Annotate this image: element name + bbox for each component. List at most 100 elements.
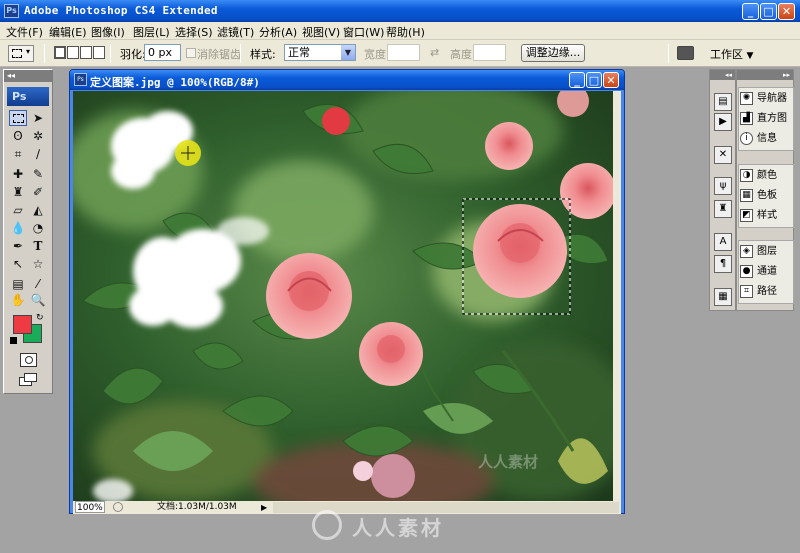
menu-help[interactable]: 帮助(H)	[386, 24, 425, 40]
notes-tool-icon[interactable]: ▤	[9, 276, 27, 292]
panel-strip-handle[interactable]: ◂◂	[710, 70, 735, 80]
clone-stamp-tool-icon[interactable]: ♜	[9, 184, 27, 200]
quick-mask-icon[interactable]	[20, 353, 37, 367]
doc-close-button[interactable]: ✕	[603, 72, 619, 88]
info-panel-tab[interactable]: i 信息	[739, 129, 793, 149]
move-tool-icon[interactable]: ➤	[29, 110, 47, 126]
default-colors-icon[interactable]	[10, 337, 17, 344]
layer-comps-icon[interactable]: ▦	[714, 288, 732, 306]
rectangular-marquee-tool-icon[interactable]	[9, 110, 27, 126]
paths-label: 路径	[757, 286, 777, 297]
paint-bucket-tool-icon[interactable]: ◭	[29, 202, 47, 218]
eyedropper-sample-icon[interactable]: ⁄	[29, 276, 47, 292]
document-titlebar[interactable]: Ps 定义图案.jpg @ 100%(RGB/8#) _ □ ✕	[70, 70, 624, 90]
feather-input[interactable]: 0 px	[144, 44, 181, 61]
menu-filter[interactable]: 滤镜(T)	[217, 24, 254, 40]
close-button[interactable]: ✕	[778, 3, 795, 20]
histogram-panel-tab[interactable]: ▟ 直方图	[739, 109, 793, 129]
foreground-color-swatch[interactable]	[13, 315, 32, 334]
maximize-button[interactable]: □	[760, 3, 777, 20]
image-canvas[interactable]: 人人素材	[73, 91, 613, 501]
zoom-tool-icon[interactable]: 🔍	[29, 292, 47, 308]
new-selection-icon[interactable]	[54, 46, 66, 59]
crop-tool-icon[interactable]: ⌗	[9, 146, 27, 162]
collapsed-panels: ▸▸ ✺ 导航器 ▟ 直方图 i 信息 ◑ 颜色 ▦ 色板 ◩ 样式 ◈ 图层 ● 通道 ⌗ 路径	[736, 69, 794, 311]
height-input[interactable]	[473, 44, 506, 61]
color-panel-tab[interactable]: ◑ 颜色	[739, 166, 793, 186]
paths-panel-tab[interactable]: ⌗ 路径	[739, 282, 793, 302]
lasso-tool-icon[interactable]: ʘ	[9, 128, 27, 144]
healing-brush-tool-icon[interactable]: ✚	[9, 166, 27, 182]
styles-label: 样式	[757, 210, 777, 221]
custom-shape-tool-icon[interactable]: ☆	[29, 256, 47, 272]
chevron-down-icon: ▼	[746, 51, 754, 61]
brush-tool-icon[interactable]: ✎	[29, 166, 47, 182]
color-icon: ◑	[740, 168, 753, 182]
minimize-button[interactable]: _	[742, 3, 759, 20]
watermark-logo-icon	[312, 510, 342, 540]
layers-panel-tab[interactable]: ◈ 图层	[739, 242, 793, 262]
zoom-level[interactable]: 100%	[75, 501, 105, 513]
doc-minimize-button[interactable]: _	[569, 72, 585, 88]
menu-select[interactable]: 选择(S)	[175, 24, 213, 40]
workspace-label: 工作区	[710, 48, 743, 61]
character-panel-icon[interactable]: A	[714, 233, 732, 251]
actions-panel-icon[interactable]: ▶	[714, 113, 732, 131]
workspace-button[interactable]: 工作区 ▼	[710, 46, 753, 62]
width-input[interactable]	[387, 44, 420, 61]
hand-tool-icon[interactable]: ✋	[9, 292, 27, 308]
style-select[interactable]: 正常 ▼	[284, 44, 356, 61]
eyedropper-tool-icon[interactable]: ∕	[29, 146, 47, 162]
document-size-info: 文档:1.03M/1.03M	[157, 502, 237, 512]
brushes-panel-icon[interactable]: ψ	[714, 177, 732, 195]
app-titlebar: Ps Adobe Photoshop CS4 Extended _ □ ✕	[0, 0, 800, 22]
doc-maximize-button[interactable]: □	[586, 72, 602, 88]
channels-label: 通道	[757, 266, 777, 277]
history-brush-tool-icon[interactable]: ✐	[29, 184, 47, 200]
history-panel-icon[interactable]: ▤	[714, 93, 732, 111]
styles-panel-tab[interactable]: ◩ 样式	[739, 206, 793, 226]
path-selection-tool-icon[interactable]: ↖	[9, 256, 27, 272]
color-label: 颜色	[757, 170, 777, 181]
status-menu-icon[interactable]	[113, 502, 123, 512]
intersect-selection-icon[interactable]	[93, 46, 105, 59]
menu-view[interactable]: 视图(V)	[302, 24, 340, 40]
subtract-selection-icon[interactable]	[80, 46, 92, 59]
panels-handle[interactable]: ▸▸	[737, 70, 793, 80]
height-label: 高度:	[450, 48, 476, 61]
blur-tool-icon[interactable]: 💧	[9, 220, 27, 236]
info-icon: i	[740, 131, 753, 145]
bridge-icon[interactable]	[677, 46, 694, 60]
vertical-scrollbar[interactable]	[613, 91, 621, 501]
add-selection-icon[interactable]	[67, 46, 79, 59]
menu-analysis[interactable]: 分析(A)	[259, 24, 297, 40]
layers-icon: ◈	[740, 244, 753, 258]
menu-file[interactable]: 文件(F)	[6, 24, 43, 40]
tool-preset-picker[interactable]: ▾	[8, 45, 34, 62]
pen-tool-icon[interactable]: ✒	[9, 238, 27, 254]
dodge-tool-icon[interactable]: ◔	[29, 220, 47, 236]
menu-edit[interactable]: 编辑(E)	[49, 24, 87, 40]
swatches-panel-tab[interactable]: ▦ 色板	[739, 186, 793, 206]
antialias-checkbox[interactable]	[186, 48, 196, 58]
toolbox-panel: ◂◂ Ps ➤ ʘ ✲ ⌗ ∕ ✚ ✎ ♜ ✐ ▱ ◭ 💧 ◔ ✒ T ↖ ☆ …	[3, 69, 53, 394]
refine-edge-button[interactable]: 调整边缘...	[521, 44, 585, 62]
paragraph-panel-icon[interactable]: ¶	[714, 255, 732, 273]
menu-image[interactable]: 图像(I)	[91, 24, 125, 40]
tool-presets-icon[interactable]: ✕	[714, 146, 732, 164]
toolbox-collapse-handle[interactable]: ◂◂	[4, 70, 52, 82]
magic-wand-tool-icon[interactable]: ✲	[29, 128, 47, 144]
clone-source-icon[interactable]: ♜	[714, 200, 732, 218]
status-arrow-icon[interactable]: ▶	[261, 501, 267, 514]
navigator-panel-tab[interactable]: ✺ 导航器	[739, 89, 793, 109]
eraser-tool-icon[interactable]: ▱	[9, 202, 27, 218]
swap-colors-icon[interactable]: ↻	[36, 313, 44, 323]
swap-dimensions-icon[interactable]: ⇄	[430, 46, 439, 59]
screen-mode-icon[interactable]	[19, 373, 39, 387]
channels-icon: ●	[740, 264, 753, 278]
type-tool-icon[interactable]: T	[29, 238, 47, 254]
channels-panel-tab[interactable]: ● 通道	[739, 262, 793, 282]
menu-layer[interactable]: 图层(L)	[133, 24, 170, 40]
bottom-watermark-text: 人人素材	[352, 516, 444, 540]
menu-window[interactable]: 窗口(W)	[343, 24, 384, 40]
